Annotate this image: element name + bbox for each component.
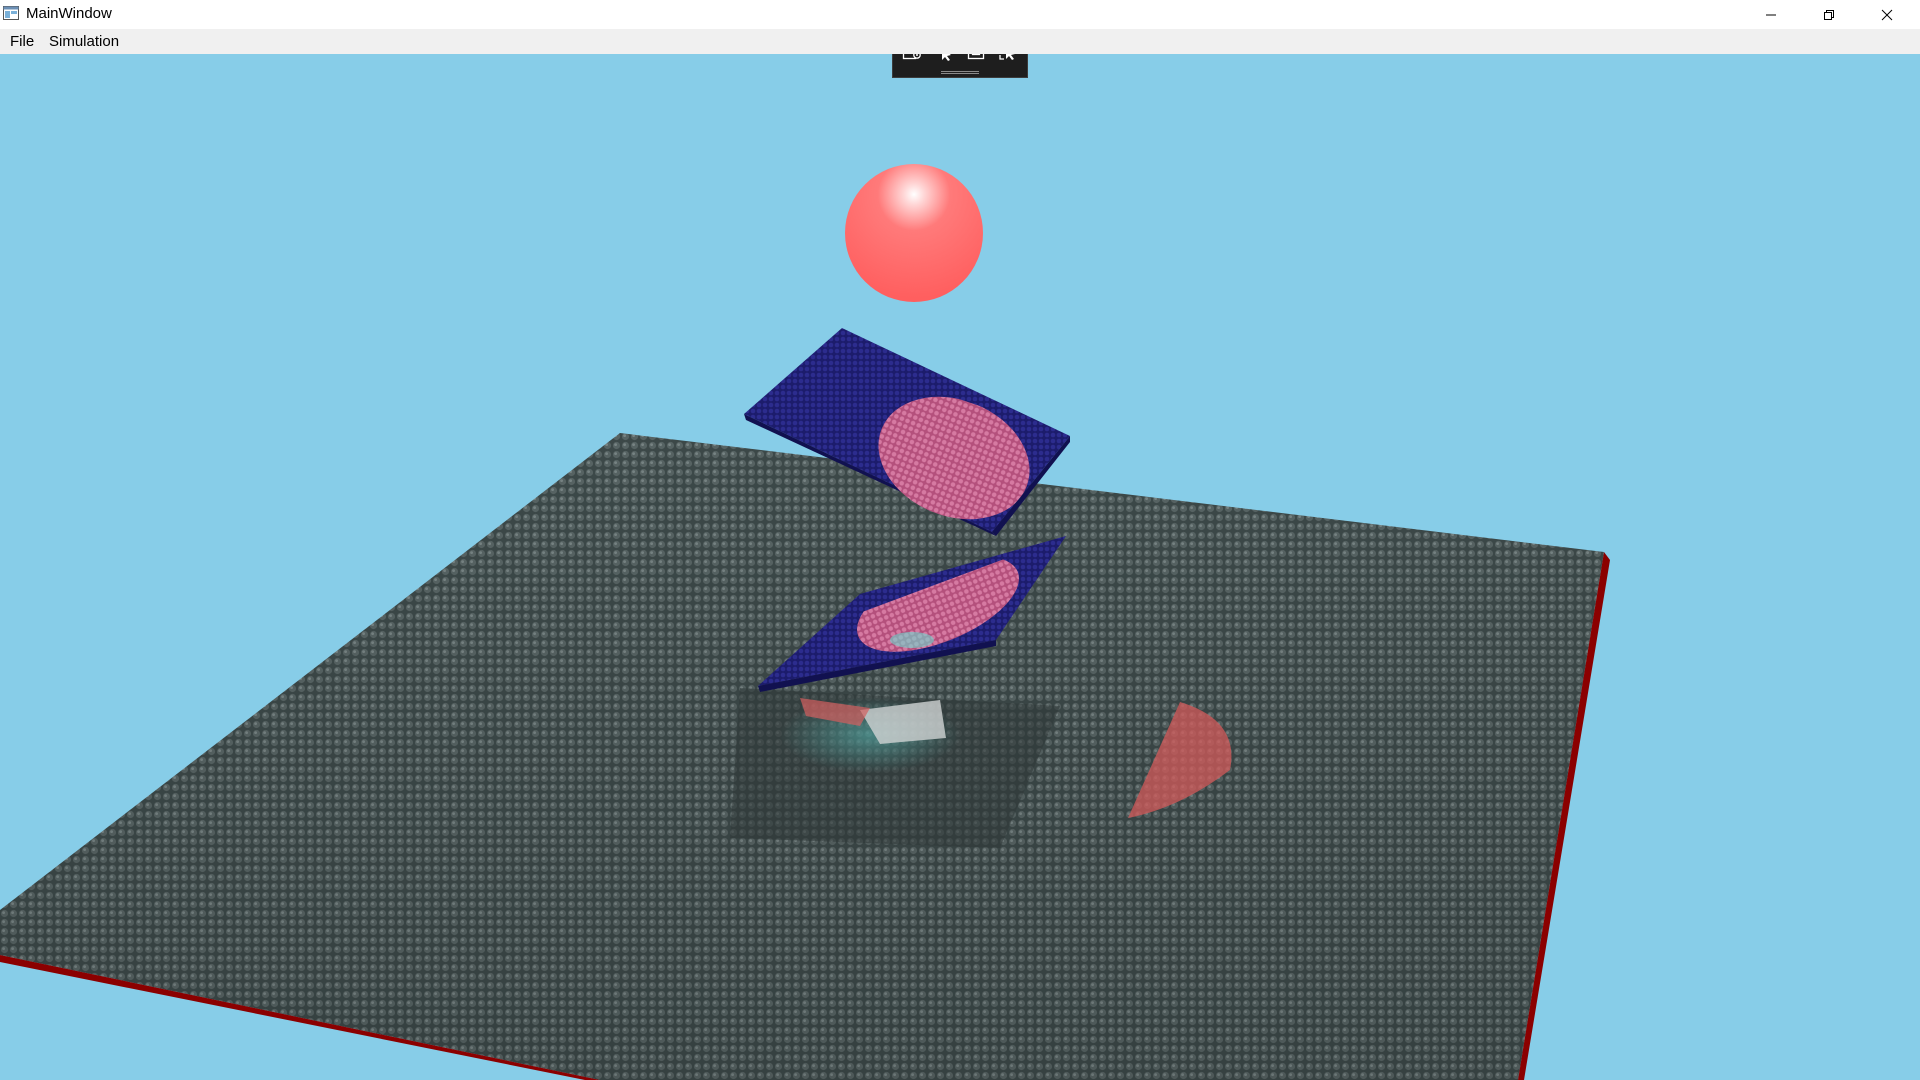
live-visual-tree-icon [901,54,923,62]
3d-viewport[interactable] [0,54,1920,1080]
main-window: MainWindow File Simulation [0,0,1920,1080]
scene-canvas [0,164,1610,1080]
app-window-icon [3,6,19,20]
select-element-button[interactable] [931,54,957,64]
select-element-icon [933,54,955,62]
title-bar[interactable]: MainWindow [0,0,1920,30]
floor-plane [0,433,1610,1080]
menu-bar: File Simulation [0,29,1920,54]
debug-toolbar [892,54,1028,78]
display-layout-adorners-button[interactable] [963,54,989,64]
track-focused-element-icon [997,54,1019,62]
minimize-button[interactable] [1742,0,1800,29]
track-focused-element-button[interactable] [995,54,1021,64]
restore-icon [1823,9,1835,21]
close-button[interactable] [1858,0,1916,29]
menu-file[interactable]: File [8,33,36,50]
menu-simulation[interactable]: Simulation [47,33,121,50]
restore-button[interactable] [1800,0,1858,29]
close-icon [1881,9,1893,21]
window-title: MainWindow [26,5,112,22]
display-layout-adorners-icon [965,54,987,62]
live-visual-tree-button[interactable] [899,54,925,64]
red-sphere [845,164,983,302]
toolbar-grip[interactable] [941,71,979,74]
minimize-icon [1765,9,1777,21]
